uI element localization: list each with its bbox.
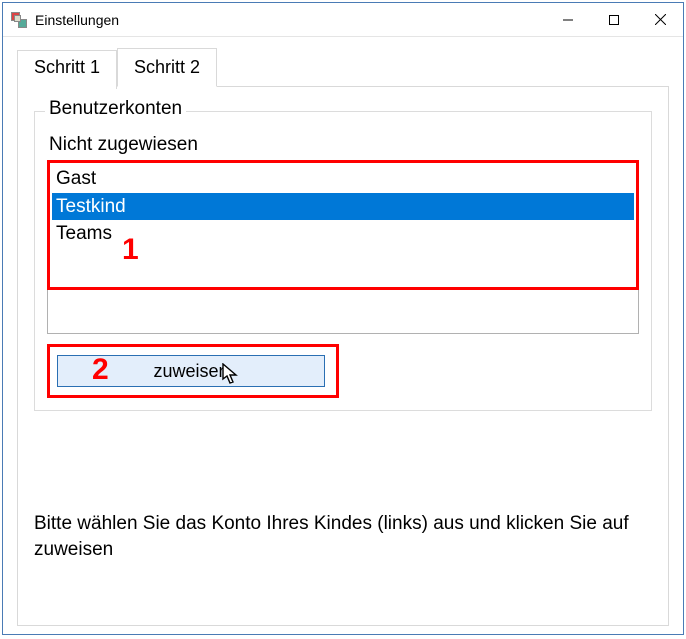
list-item[interactable]: Testkind	[52, 193, 634, 221]
group-legend: Benutzerkonten	[45, 98, 186, 120]
settings-window: Einstellungen Schritt 1 Schritt 2 Benutz…	[2, 2, 684, 635]
close-icon	[655, 14, 666, 25]
client-area: Schritt 1 Schritt 2 Benutzerkonten Nicht…	[3, 37, 683, 636]
minimize-button[interactable]	[545, 3, 591, 36]
app-icon	[11, 12, 27, 28]
window-controls	[545, 3, 683, 36]
tab-step-1[interactable]: Schritt 1	[17, 50, 117, 89]
minimize-icon	[563, 15, 573, 25]
annotation-box-1: Gast Testkind Teams 1	[47, 160, 639, 290]
titlebar: Einstellungen	[3, 3, 683, 37]
close-button[interactable]	[637, 3, 683, 36]
window-title: Einstellungen	[35, 12, 545, 28]
tab-step-2[interactable]: Schritt 2	[117, 48, 217, 87]
tab-strip: Schritt 1 Schritt 2	[17, 47, 669, 86]
tab-page-step-2: Benutzerkonten Nicht zugewiesen Gast Tes…	[17, 86, 669, 626]
user-accounts-group: Benutzerkonten Nicht zugewiesen Gast Tes…	[34, 111, 652, 411]
maximize-button[interactable]	[591, 3, 637, 36]
assign-button[interactable]: zuweisen	[57, 355, 325, 387]
unassigned-listbox[interactable]: Gast Testkind Teams	[52, 165, 634, 285]
annotation-box-2: zuweisen 2	[47, 344, 339, 398]
assign-button-label: zuweisen	[153, 361, 228, 382]
assigned-panel	[47, 290, 639, 334]
list-item[interactable]: Teams	[52, 220, 634, 248]
unassigned-label: Nicht zugewiesen	[49, 134, 639, 156]
instruction-text: Bitte wählen Sie das Konto Ihres Kindes …	[34, 511, 652, 562]
maximize-icon	[609, 15, 619, 25]
list-item[interactable]: Gast	[52, 165, 634, 193]
